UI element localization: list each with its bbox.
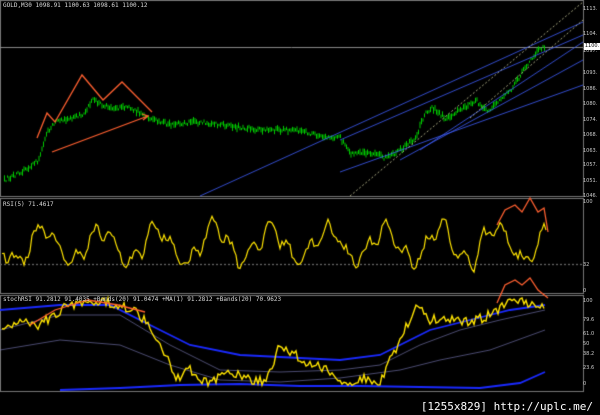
axis-tick-label: 1104. — [583, 31, 598, 37]
chart-canvas[interactable] — [0, 0, 600, 415]
axis-tick-label: 38.2 — [583, 351, 595, 357]
axis-tick-label: 1068. — [583, 132, 598, 138]
axis-tick-label: 1074. — [583, 117, 598, 123]
axis-tick-label: 1057. — [583, 162, 598, 168]
axis-tick-label: 1051. — [583, 178, 598, 184]
axis-tick-label: 0 — [583, 288, 587, 294]
axis-tick-label: 1113. — [583, 6, 598, 12]
axis-tick-label: 1080. — [583, 101, 598, 107]
main-chart-title: GOLD,M30 1098.91 1100.63 1098.61 1100.12 — [3, 2, 148, 9]
axis-tick-label: 50 — [583, 341, 590, 347]
axis-tick-label: 100 — [583, 199, 593, 205]
rsi-title: RSI(5) 71.4617 — [3, 201, 54, 208]
current-price-tag: 1100. — [584, 43, 600, 50]
stoch-title: stochRSI 91.2812 91.4035 +Bands(20) 91.0… — [3, 296, 282, 303]
watermark: [1255x829] http://uplc.me/ — [417, 400, 596, 413]
axis-tick-label: 1086. — [583, 86, 598, 92]
axis-tick-label: 1093. — [583, 70, 598, 76]
axis-tick-label: 100 — [583, 298, 593, 304]
axis-tick-label: 79.6 — [583, 317, 595, 323]
axis-tick-label: 23.6 — [583, 365, 595, 371]
axis-tick-label: 1063. — [583, 148, 598, 154]
axis-tick-label: 32 — [583, 262, 590, 268]
axis-tick-label: 0 — [583, 381, 587, 387]
axis-tick-label: 61.0 — [583, 331, 595, 337]
